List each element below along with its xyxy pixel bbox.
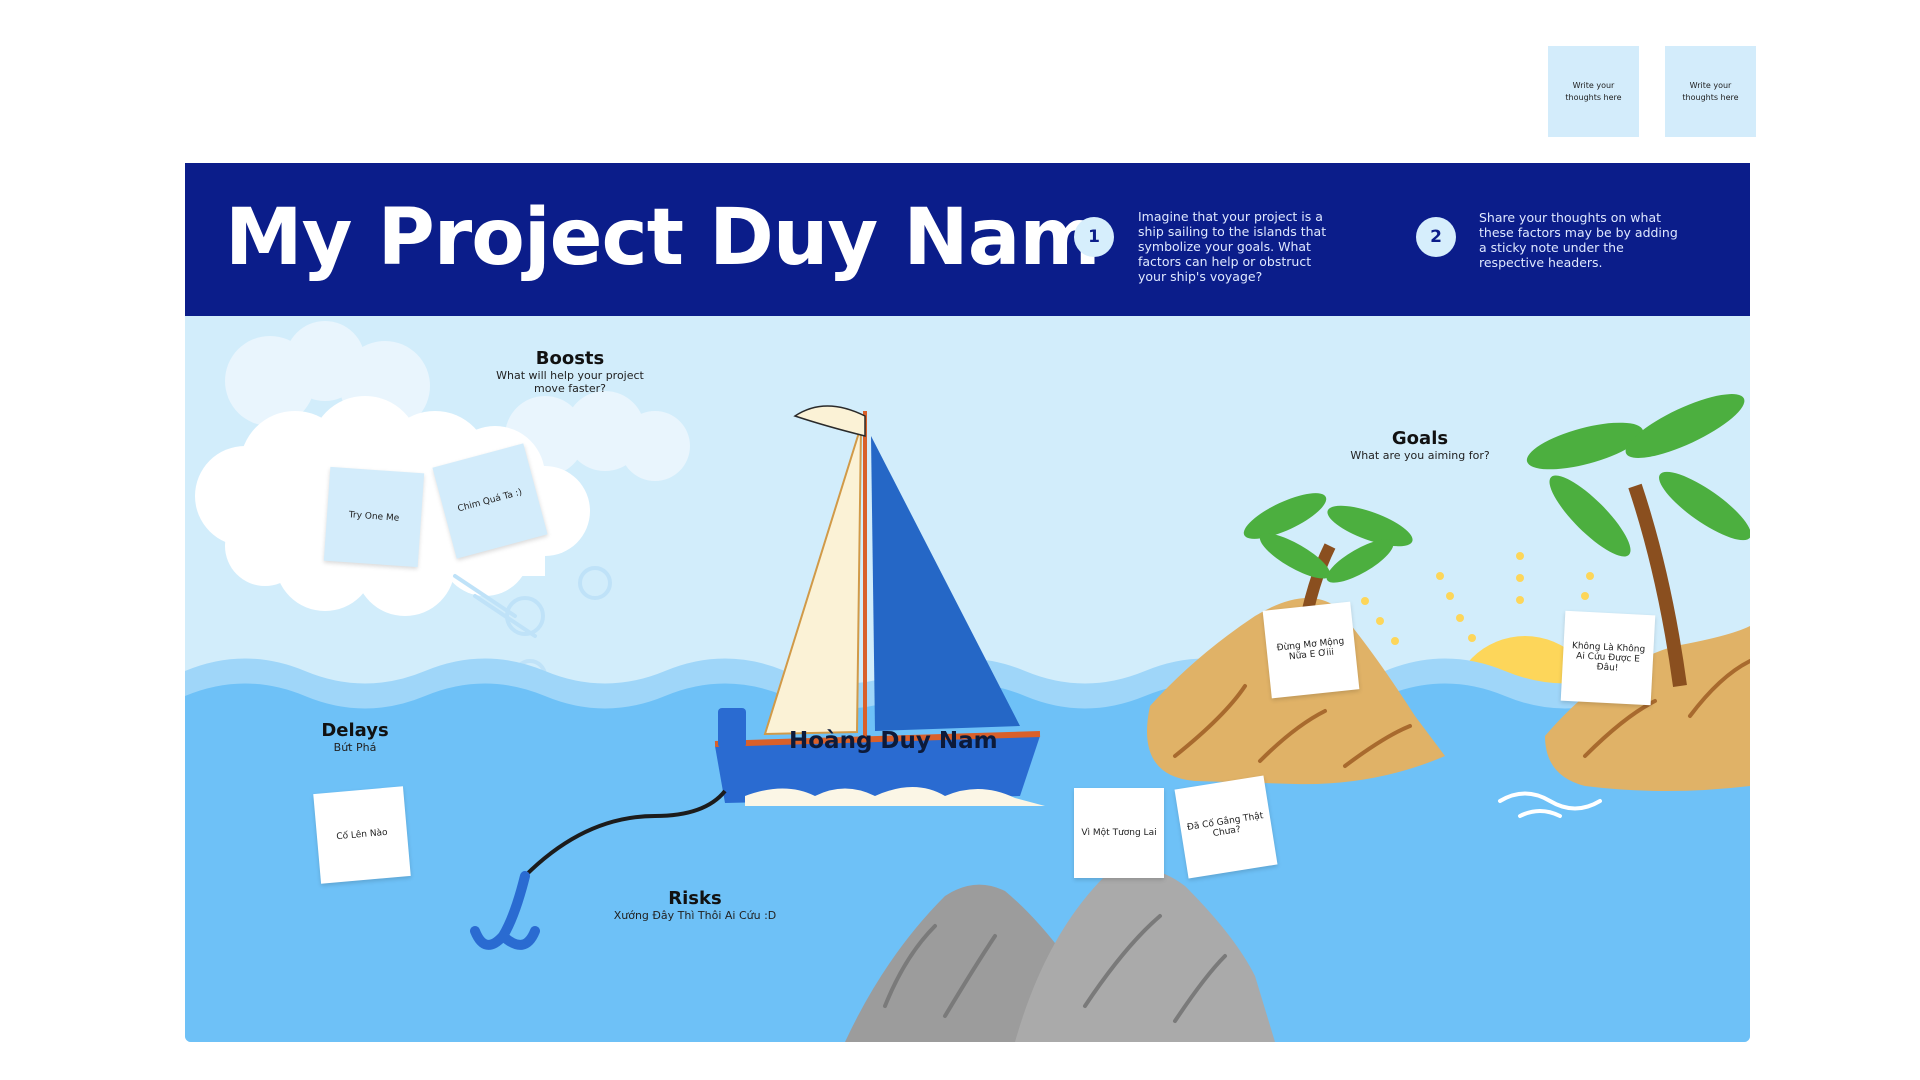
loose-sticky-note-text: Write your thoughts here [1682, 80, 1739, 102]
boosts-subtitle: What will help your project move faster? [496, 369, 644, 395]
voyage-scene: Boosts What will help your project move … [185, 316, 1750, 1042]
boosts-section: Boosts What will help your project move … [480, 348, 660, 395]
sticky-note-text: Đừng Mơ Mộng Nữa E Ơiii [1276, 636, 1345, 663]
sticky-note-text: Try One Me [348, 510, 400, 524]
boosts-title: Boosts [535, 348, 605, 369]
loose-sticky-note-text: Write your thoughts here [1565, 80, 1622, 102]
step-2-instruction: Share your thoughts on what these factor… [1479, 210, 1678, 270]
goals-section: Goals What are you aiming for? [1340, 428, 1500, 462]
risks-section: Risks Xướng Đây Thì Thôi Ai Cứu :D [605, 888, 785, 922]
loose-sticky-note-1[interactable]: Write your thoughts here [1548, 46, 1639, 137]
sticky-note-boost-1[interactable]: Try One Me [323, 466, 425, 568]
delays-title: Delays [321, 720, 389, 741]
loose-sticky-note-2[interactable]: Write your thoughts here [1665, 46, 1756, 137]
board-header: My Project Duy Nam 1 Imagine that your p… [185, 163, 1750, 316]
boat-name-label: Hoàng Duy Nam [789, 728, 998, 754]
goals-title: Goals [1391, 428, 1449, 449]
sailboat-board: My Project Duy Nam 1 Imagine that your p… [185, 163, 1750, 1042]
step-2-badge: 2 [1416, 217, 1456, 257]
delays-subtitle: Bứt Phá [333, 741, 377, 754]
sticky-note-text: Không Là Không Ai Cứu Được E Đâu! [1571, 641, 1646, 674]
boat-motor [718, 708, 746, 748]
sticky-note-goal-1[interactable]: Đừng Mơ Mộng Nữa E Ơiii [1262, 601, 1360, 699]
sticky-note-text: Cố Lên Nào [335, 827, 389, 843]
sticky-note-text: Vì Một Tương Lai [1081, 828, 1157, 838]
delays-section: Delays Bứt Phá [305, 720, 405, 754]
sticky-note-risk-2[interactable]: Đã Cố Gắng Thật Chưa? [1174, 775, 1278, 879]
sticky-note-delay-1[interactable]: Cố Lên Nào [313, 786, 411, 884]
sticky-note-text: Đã Cố Gắng Thật Chưa? [1186, 811, 1265, 840]
sticky-note-text: Chim Quá Ta :) [456, 487, 524, 515]
goals-subtitle: What are you aiming for? [1350, 449, 1490, 462]
scene-illustration [185, 316, 1750, 1042]
step-1-badge: 1 [1074, 217, 1114, 257]
risks-subtitle: Xướng Đây Thì Thôi Ai Cứu :D [613, 909, 777, 922]
sticky-note-risk-1[interactable]: Vì Một Tương Lai [1074, 788, 1164, 878]
step-1-instruction: Imagine that your project is a ship sail… [1138, 209, 1327, 284]
board-title: My Project Duy Nam [225, 193, 1101, 283]
sticky-note-goal-2[interactable]: Không Là Không Ai Cứu Được E Đâu! [1560, 610, 1656, 706]
risks-title: Risks [668, 888, 722, 909]
